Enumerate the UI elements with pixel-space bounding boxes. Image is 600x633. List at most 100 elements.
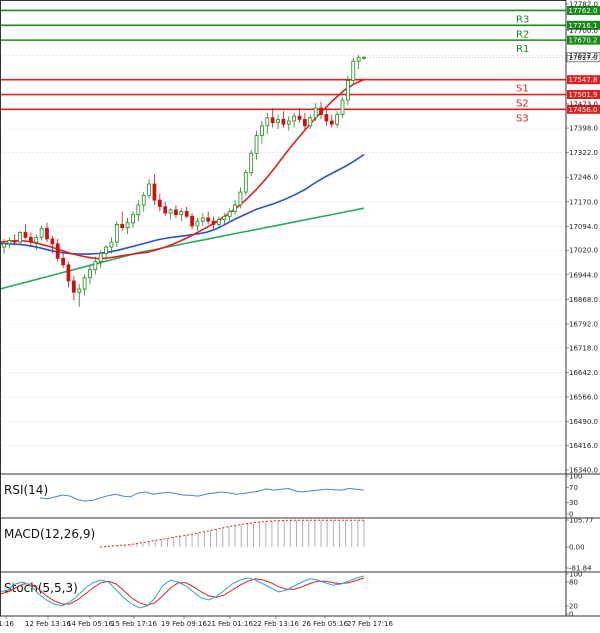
bear-candle bbox=[157, 199, 162, 208]
stoch-tick-label: 20 bbox=[569, 603, 578, 611]
rsi-tick-label: 100 bbox=[569, 473, 582, 481]
bull-candle bbox=[82, 277, 87, 290]
bear-candle bbox=[297, 115, 302, 120]
bull-candle bbox=[98, 253, 103, 262]
bull-candle bbox=[200, 217, 205, 222]
bull-candle bbox=[254, 135, 259, 154]
bear-candle bbox=[12, 240, 17, 243]
price-tick-label: 17622.0 bbox=[569, 52, 598, 60]
stoch-tick-label: 100 bbox=[569, 571, 582, 579]
bear-candle bbox=[324, 114, 329, 122]
level-value-r1: 17670.2 bbox=[569, 37, 598, 45]
bear-candle bbox=[28, 236, 33, 243]
bull-candle bbox=[168, 209, 173, 214]
bull-candle bbox=[217, 219, 221, 225]
plot-border bbox=[0, 0, 567, 617]
bull-candle bbox=[243, 172, 248, 193]
candlesticks bbox=[2, 54, 366, 307]
stoch-tick-label: 0 bbox=[569, 611, 573, 619]
bull-candle bbox=[2, 243, 6, 248]
chart-frame bbox=[0, 0, 600, 617]
bull-candle bbox=[88, 269, 92, 279]
bull-candle bbox=[356, 56, 361, 62]
bull-candle bbox=[34, 236, 39, 243]
bull-candle bbox=[77, 288, 82, 293]
price-tick-label: 16868.0 bbox=[569, 296, 598, 304]
bear-candle bbox=[281, 118, 286, 125]
time-tick-label: 1:16 bbox=[0, 620, 14, 628]
bear-candle bbox=[50, 238, 55, 245]
level-value-s1: 17547.8 bbox=[569, 76, 598, 84]
bull-candle bbox=[238, 191, 243, 206]
macd-title: MACD(12,26,9) bbox=[4, 527, 95, 541]
time-tick-label: 15 Feb 17:16 bbox=[111, 620, 157, 628]
price-axis: 17782.0 17700.0 17622.0 17473.0 17398.0 17322… bbox=[566, 1, 598, 475]
bull-candle bbox=[346, 80, 350, 101]
time-tick-label: 12 Feb 13:16 bbox=[25, 620, 71, 628]
indicator-panels: RSI(14)10070300MACD(12,26,9)105.770.00-8… bbox=[0, 473, 600, 619]
price-tick-label: 17700.0 bbox=[569, 27, 598, 35]
time-tick-label: 21 Feb 01:16 bbox=[207, 620, 253, 628]
level-name-r1: R1 bbox=[516, 44, 529, 55]
bear-candle bbox=[174, 209, 178, 216]
bear-candle bbox=[66, 264, 71, 282]
pivot-levels: R317762.0R217716.1R117670.2S117547.8S217… bbox=[0, 5, 600, 124]
bear-candle bbox=[55, 243, 60, 259]
bull-candle bbox=[233, 204, 237, 212]
bull-candle bbox=[7, 240, 12, 245]
price-tick-label: 17246.0 bbox=[569, 174, 598, 182]
bear-candle bbox=[184, 211, 189, 217]
bull-candle bbox=[141, 194, 146, 206]
bear-candle bbox=[45, 227, 49, 240]
price-tick-label: 17322.0 bbox=[569, 149, 598, 157]
price-tick-label: 16490.0 bbox=[569, 418, 598, 426]
bull-candle bbox=[179, 211, 184, 216]
stoch-tick-label: 80 bbox=[569, 579, 578, 587]
bull-candle bbox=[222, 215, 227, 220]
price-tick-label: 16416.0 bbox=[569, 442, 598, 450]
bull-candle bbox=[18, 232, 22, 243]
price-tick-label: 17782.0 bbox=[569, 1, 598, 9]
price-tick-label: 17170.0 bbox=[569, 198, 598, 206]
bear-candle bbox=[190, 215, 194, 227]
bull-candle bbox=[39, 227, 44, 238]
bull-candle bbox=[131, 214, 135, 224]
bear-candle bbox=[329, 120, 334, 125]
price-tick-label: 16718.0 bbox=[569, 344, 598, 352]
bear-candle bbox=[71, 280, 76, 293]
bear-candle bbox=[61, 257, 65, 266]
level-name-r2: R2 bbox=[516, 29, 529, 40]
bull-candle bbox=[335, 114, 340, 125]
bear-candle bbox=[211, 220, 216, 225]
bull-candle bbox=[265, 117, 270, 127]
level-name-s3: S3 bbox=[516, 113, 529, 124]
rsi-tick-label: 30 bbox=[569, 499, 578, 507]
price-tick-label: 16642.0 bbox=[569, 369, 598, 377]
bull-candle bbox=[276, 118, 280, 124]
bull-candle bbox=[136, 204, 141, 216]
trading-chart: R317762.0R217716.1R117670.2S117547.8S217… bbox=[0, 0, 600, 628]
price-tick-label: 16792.0 bbox=[569, 320, 598, 328]
bull-candle bbox=[195, 220, 200, 227]
bull-candle bbox=[114, 223, 119, 243]
price-tick-label: 16566.0 bbox=[569, 393, 598, 401]
level-value-s2: 17501.9 bbox=[569, 91, 598, 99]
price-tick-label: 17473.0 bbox=[569, 100, 598, 108]
time-axis: 1:16 12 Feb 13:1614 Feb 05:1615 Feb 17:16… bbox=[0, 616, 394, 628]
bull-candle bbox=[313, 107, 318, 119]
bear-candle bbox=[206, 217, 211, 222]
bull-candle bbox=[308, 117, 313, 127]
time-tick-label: 19 Feb 09:16 bbox=[161, 620, 207, 628]
macd-tick-label: 105.77 bbox=[569, 517, 594, 525]
bull-candle bbox=[351, 60, 356, 81]
level-name-r3: R3 bbox=[516, 14, 529, 25]
bull-candle bbox=[93, 261, 98, 271]
bull-candle bbox=[125, 222, 130, 229]
bull-candle bbox=[286, 120, 291, 125]
bull-candle bbox=[249, 152, 254, 174]
bear-candle bbox=[270, 117, 275, 124]
ma-fast-line bbox=[0, 78, 365, 260]
bear-candle bbox=[152, 183, 157, 201]
bull-candle bbox=[227, 211, 232, 217]
bull-candle bbox=[109, 241, 114, 248]
